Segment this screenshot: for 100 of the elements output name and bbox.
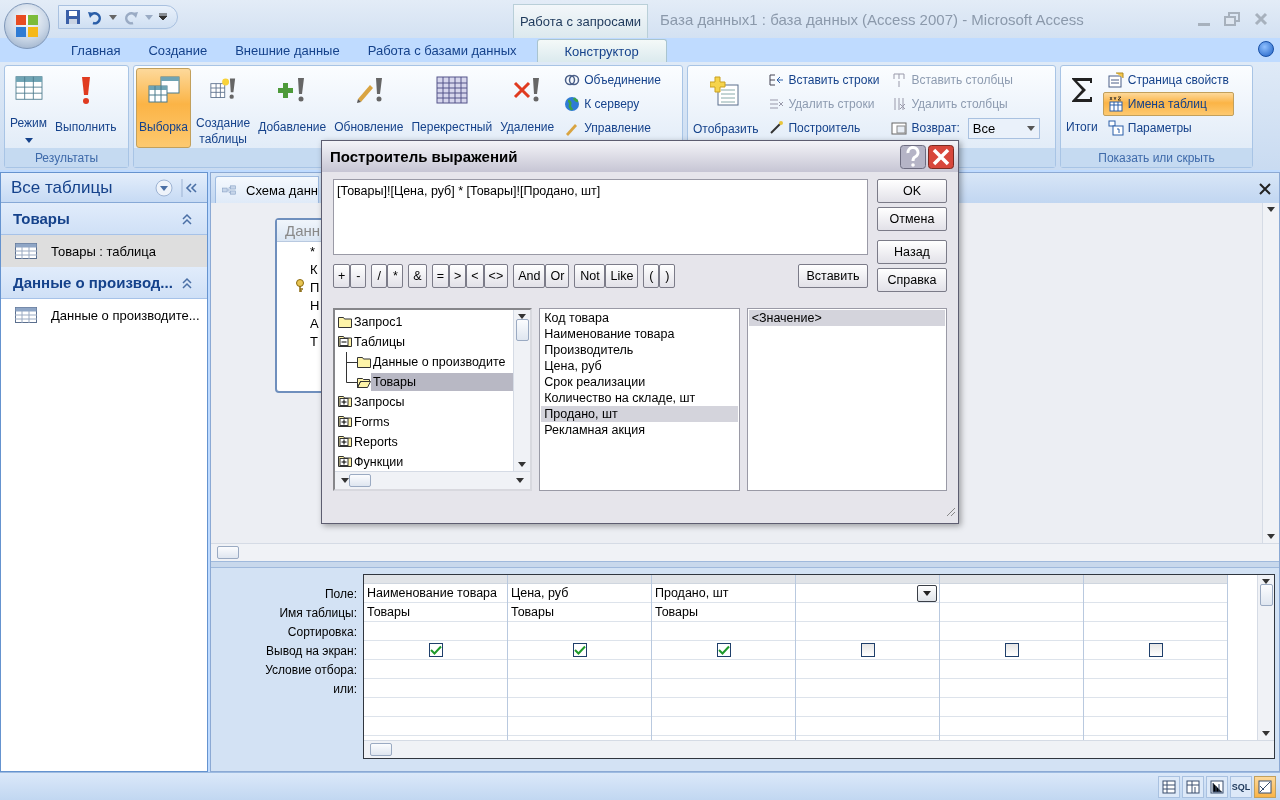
dialog-button[interactable]: Справка	[877, 268, 947, 292]
horizontal-scrollbar[interactable]	[335, 471, 531, 489]
operator-button[interactable]: (	[643, 264, 660, 288]
operator-button[interactable]: >	[448, 264, 467, 288]
operator-button[interactable]: <	[466, 264, 484, 288]
ribbon-button[interactable]: Параметры	[1102, 116, 1234, 140]
scroll-thumb[interactable]	[515, 319, 529, 341]
grid-cell[interactable]: Наименование товара	[364, 584, 507, 603]
expression-field[interactable]: [Товары]![Цена, руб] * [Товары]![Продано, шт]	[333, 179, 868, 255]
grid-cell[interactable]	[796, 584, 939, 603]
document-tab[interactable]: Схема данн	[215, 176, 319, 203]
return-combo[interactable]: Все	[967, 117, 1040, 139]
operator-button[interactable]: *	[387, 264, 404, 288]
tree-item[interactable]: Товары	[371, 373, 514, 391]
dropdown-button[interactable]	[917, 585, 937, 602]
list-item[interactable]: Срок реализации	[541, 374, 738, 390]
operator-button[interactable]: Like	[605, 264, 639, 288]
ribbon-button[interactable]: Построитель	[763, 116, 885, 140]
pane-splitter[interactable]	[211, 561, 1279, 568]
horizontal-scrollbar[interactable]	[364, 740, 1274, 758]
ribbon-button[interactable]: Добавление	[255, 68, 330, 148]
ribbon-button[interactable]: Обновление	[331, 68, 407, 148]
tree-item[interactable]: Запросы	[352, 393, 514, 411]
help-icon[interactable]	[1258, 41, 1274, 57]
ribbon-button[interactable]: Итоги	[1063, 68, 1101, 148]
nav-group-header[interactable]: Товары	[1, 203, 207, 235]
grid-cell[interactable]: Цена, руб	[508, 584, 651, 603]
column-selector[interactable]	[364, 575, 507, 584]
list-item[interactable]: Количество на складе, шт	[541, 390, 738, 406]
operator-button[interactable]: And	[513, 264, 546, 288]
ribbon-button[interactable]: Перекрестный	[408, 68, 496, 148]
view-button[interactable]: SQL	[1230, 775, 1252, 798]
list-item[interactable]: <Значение>	[748, 310, 945, 326]
ribbon-button[interactable]: Имена таблиц	[1102, 92, 1234, 116]
scroll-thumb[interactable]	[217, 546, 239, 559]
grid-cell[interactable]: Товары	[508, 603, 651, 622]
dialog-button[interactable]: OK	[877, 179, 947, 203]
ribbon-button[interactable]: Вставить строки	[763, 68, 885, 92]
nav-item[interactable]: Товары : таблица	[1, 235, 207, 267]
list-item[interactable]: Производитель	[541, 342, 738, 358]
grid-cell[interactable]: Товары	[364, 603, 507, 622]
checkbox[interactable]	[572, 643, 587, 657]
operator-button[interactable]: &	[408, 264, 427, 288]
list-item[interactable]: Продано, шт	[541, 406, 738, 422]
ribbon-button[interactable]: Объединение	[559, 68, 666, 92]
ribbon-button[interactable]: Создание таблицы	[193, 68, 254, 148]
ribbon-tab[interactable]: Конструктор	[536, 39, 667, 62]
tree-item[interactable]: Запрос1	[352, 313, 514, 331]
tree-item[interactable]: Reports	[352, 433, 514, 451]
checkbox[interactable]	[716, 643, 731, 657]
view-button[interactable]	[1254, 775, 1276, 798]
list-item[interactable]: Рекламная акция	[541, 422, 738, 438]
operator-button[interactable]: Or	[545, 264, 570, 288]
ribbon-button[interactable]: Выполнить	[52, 68, 120, 148]
ribbon-tab[interactable]: Работа с базами данных	[353, 39, 531, 62]
tree-item[interactable]: Forms	[352, 413, 514, 431]
vertical-scrollbar[interactable]	[513, 310, 531, 471]
column-selector[interactable]	[508, 575, 651, 584]
ribbon-button[interactable]: Страница свойств	[1102, 68, 1234, 92]
scroll-thumb[interactable]	[1259, 584, 1273, 606]
ribbon-tab[interactable]: Главная	[57, 39, 135, 62]
ribbon-tab[interactable]: Внешние данные	[221, 39, 354, 62]
close-icon	[928, 144, 954, 169]
operator-button[interactable]: =	[431, 264, 449, 288]
list-item[interactable]: Наименование товара	[541, 326, 738, 342]
dialog-button[interactable]: Назад	[877, 240, 947, 264]
operator-button[interactable]: )	[659, 264, 676, 288]
column-selector[interactable]	[1084, 575, 1227, 584]
ribbon-button[interactable]: К серверу	[559, 92, 666, 116]
ribbon-button[interactable]: Удаление	[497, 68, 558, 148]
horizontal-scrollbar[interactable]	[211, 543, 1279, 561]
list-item[interactable]: Код товара	[541, 310, 738, 326]
grid-cell[interactable]: Продано, шт	[652, 584, 795, 603]
checkbox[interactable]	[1148, 643, 1163, 657]
tree-item[interactable]: Таблицы	[352, 333, 514, 351]
view-button[interactable]	[1206, 775, 1228, 798]
ribbon-tab[interactable]: Создание	[134, 39, 222, 62]
scroll-thumb[interactable]	[370, 743, 392, 756]
vertical-scrollbar[interactable]	[1257, 575, 1274, 740]
operator-button[interactable]: /	[371, 264, 388, 288]
operator-button[interactable]: <>	[483, 264, 509, 288]
checkbox[interactable]	[860, 643, 875, 657]
vertical-scrollbar[interactable]	[1262, 203, 1279, 543]
tree-item[interactable]: Данные о производите	[371, 353, 514, 371]
ribbon-button[interactable]: Отобразить	[690, 68, 762, 148]
tree-item[interactable]: Функции	[352, 453, 514, 471]
ribbon-button[interactable]: Режим	[7, 68, 50, 148]
ribbon-button[interactable]: Управление	[559, 116, 666, 140]
operator-button[interactable]: -	[350, 264, 367, 288]
checkbox[interactable]	[1004, 643, 1019, 657]
insert-button[interactable]: Вставить	[798, 264, 868, 288]
dialog-button[interactable]: Отмена	[877, 207, 947, 231]
nav-group-header[interactable]: Данные о производ...	[1, 267, 207, 299]
grid-cell[interactable]: Товары	[652, 603, 795, 622]
checkbox[interactable]	[428, 643, 443, 657]
operator-button[interactable]: Not	[574, 264, 606, 288]
list-item[interactable]: Цена, руб	[541, 358, 738, 374]
scroll-thumb[interactable]	[349, 474, 371, 487]
ribbon-button[interactable]: Выборка	[136, 68, 192, 148]
operator-button[interactable]: +	[333, 264, 351, 288]
